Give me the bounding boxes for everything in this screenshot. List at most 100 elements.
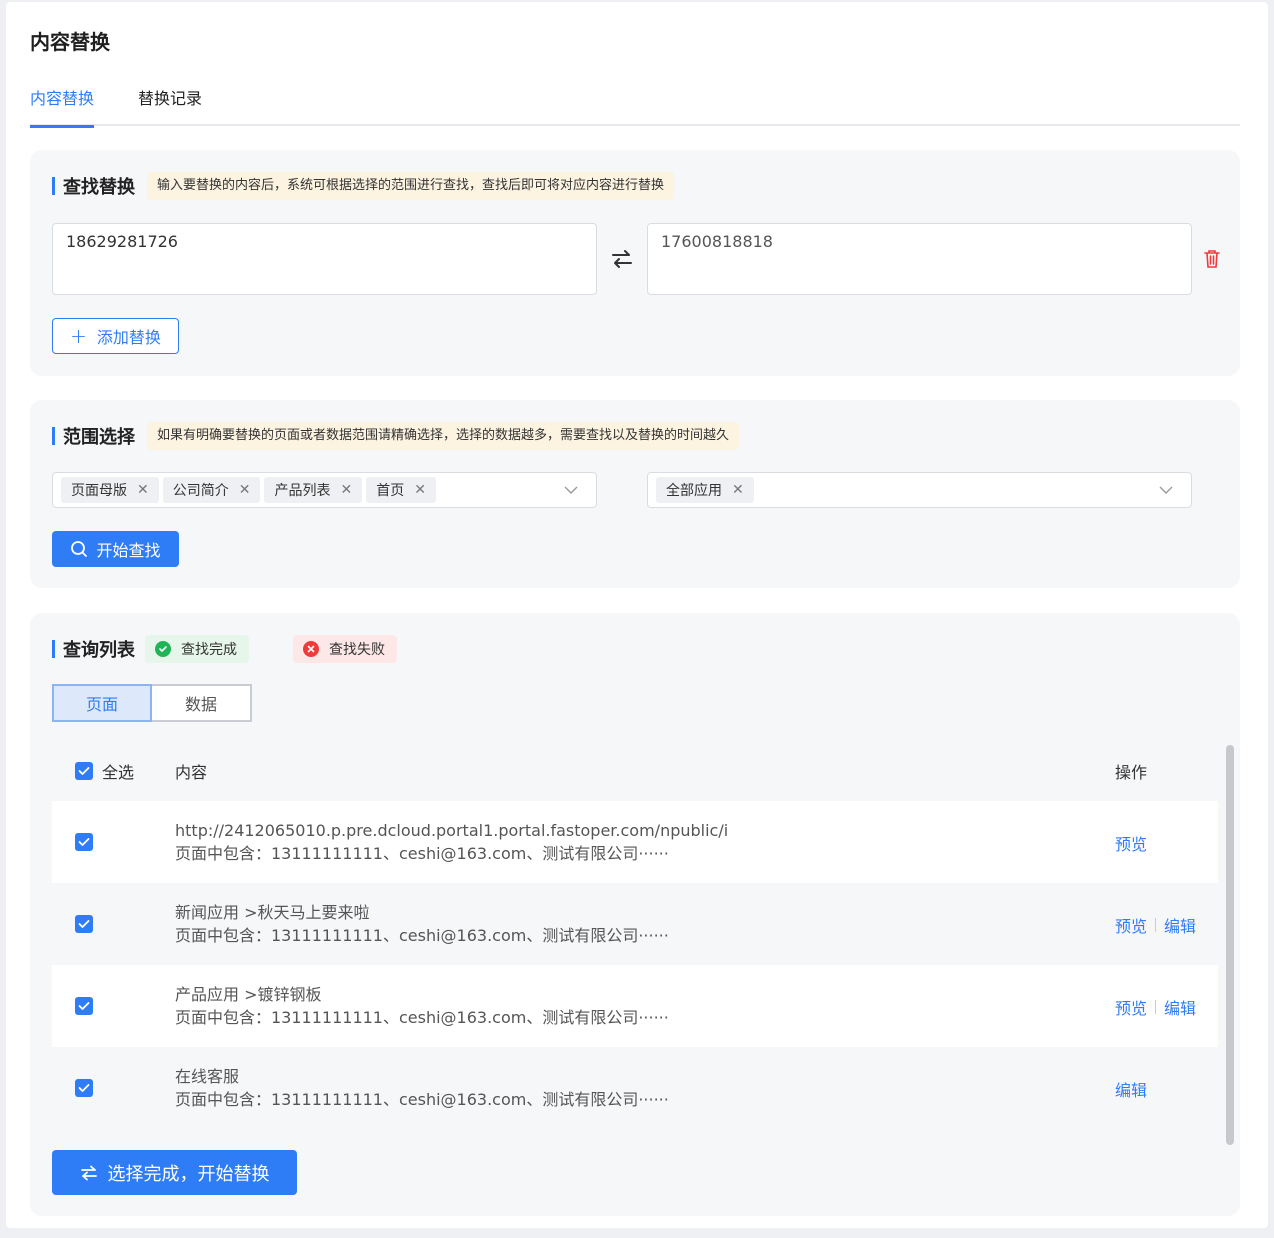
scope-tag: 全部应用 ✕ [656, 477, 754, 503]
chevron-down-icon[interactable] [1159, 485, 1173, 495]
table-row: 产品应用 >镀锌钢板 页面中包含：13111111111、ceshi@163.c… [52, 965, 1218, 1047]
tag-label: 全部应用 [666, 483, 722, 499]
row-content: 在线客服 页面中包含：13111111111、ceshi@163.com、测试有… [175, 1065, 669, 1111]
row-content: 产品应用 >镀锌钢板 页面中包含：13111111111、ceshi@163.c… [175, 983, 669, 1029]
check-circle-icon [155, 641, 171, 657]
scrollbar[interactable] [1226, 745, 1234, 1145]
row-content: 新闻应用 >秋天马上要来啦 页面中包含：13111111111、ceshi@16… [175, 901, 669, 947]
add-replace-label: 添加替换 [96, 328, 161, 347]
row-summary: 页面中包含：13111111111、ceshi@163.com、测试有限公司··… [175, 844, 669, 863]
check-icon [78, 838, 90, 846]
table-row: 新闻应用 >秋天马上要来啦 页面中包含：13111111111、ceshi@16… [52, 883, 1218, 965]
results-table: 全选 内容 操作 http://2412065010.p.pre.dcloud.… [52, 741, 1218, 1129]
close-icon[interactable]: ✕ [732, 482, 744, 498]
row-checkbox[interactable] [75, 833, 93, 851]
select-all-checkbox[interactable] [75, 762, 93, 780]
add-replace-button[interactable]: + 添加替换 [52, 318, 179, 354]
status-fail-label: 查找失败 [329, 642, 385, 658]
row-operations: 预览 编辑 [1115, 913, 1196, 937]
row-summary: 页面中包含：13111111111、ceshi@163.com、测试有限公司··… [175, 1008, 669, 1027]
edit-link[interactable]: 编辑 [1164, 995, 1196, 1019]
row-summary: 页面中包含：13111111111、ceshi@163.com、测试有限公司··… [175, 1090, 669, 1109]
close-icon[interactable]: ✕ [340, 482, 352, 498]
row-title: http://2412065010.p.pre.dcloud.portal1.p… [175, 821, 729, 840]
row-checkbox[interactable] [75, 915, 93, 933]
trash-icon[interactable] [1203, 249, 1221, 269]
status-success-label: 查找完成 [181, 642, 237, 658]
section-accent-bar [52, 427, 55, 445]
row-operations: 预览 [1115, 831, 1147, 855]
scope-header: 范围选择 如果有明确要替换的页面或者数据范围请精确选择，选择的数据越多，需要查找… [52, 422, 740, 450]
scope-tag: 页面母版 ✕ [61, 477, 159, 503]
tag-label: 产品列表 [274, 483, 331, 499]
hint-text: 如果有明确要替换的页面或者数据范围请精确选择，选择的数据越多，需要查找以及替换的… [147, 422, 740, 450]
chevron-down-icon[interactable] [564, 485, 578, 495]
select-all-label: 全选 [102, 763, 135, 782]
tab-content-replace[interactable]: 内容替换 [30, 86, 95, 128]
row-title: 在线客服 [175, 1067, 240, 1086]
scope-tag: 产品列表 ✕ [264, 477, 363, 503]
swap-icon [80, 1165, 97, 1180]
close-icon[interactable]: ✕ [137, 482, 149, 498]
close-icon[interactable]: ✕ [414, 482, 426, 498]
row-title: 产品应用 >镀锌钢板 [175, 985, 322, 1004]
row-operations: 预览 编辑 [1115, 995, 1196, 1019]
section-title: 查询列表 [63, 640, 135, 661]
check-icon [78, 767, 90, 775]
row-operations: 编辑 [1115, 1077, 1147, 1101]
tab-replace-history[interactable]: 替换记录 [138, 86, 202, 126]
section-accent-bar [52, 177, 55, 195]
scope-card: 范围选择 如果有明确要替换的页面或者数据范围请精确选择，选择的数据越多，需要查找… [30, 400, 1240, 588]
section-title: 范围选择 [63, 427, 135, 448]
scope-tag: 公司简介 ✕ [162, 477, 261, 503]
find-input[interactable]: 18629281726 [52, 223, 597, 295]
check-icon [78, 1084, 90, 1092]
section-title: 查找替换 [63, 177, 135, 198]
find-replace-header: 查找替换 输入要替换的内容后，系统可根据选择的范围进行查找，查找后即可将对应内容… [52, 172, 675, 200]
find-replace-card: 查找替换 输入要替换的内容后，系统可根据选择的范围进行查找，查找后即可将对应内容… [30, 150, 1240, 376]
swap-icon[interactable] [610, 247, 634, 271]
divider [1155, 1000, 1157, 1014]
segment-data[interactable]: 数据 [152, 684, 252, 722]
close-icon[interactable]: ✕ [239, 482, 251, 498]
column-header-content: 内容 [175, 763, 208, 782]
tag-label: 页面母版 [71, 483, 127, 499]
row-checkbox[interactable] [75, 997, 93, 1015]
preview-link[interactable]: 预览 [1115, 995, 1147, 1019]
check-icon [78, 1002, 90, 1010]
edit-link[interactable]: 编辑 [1164, 913, 1196, 937]
x-circle-icon [303, 641, 319, 657]
section-accent-bar [52, 640, 55, 658]
start-replace-button[interactable]: 选择完成，开始替换 [52, 1150, 297, 1195]
status-badge-fail: 查找失败 [293, 635, 397, 663]
segment-pages[interactable]: 页面 [52, 684, 152, 722]
tag-label: 公司简介 [172, 483, 229, 499]
table-row: 在线客服 页面中包含：13111111111、ceshi@163.com、测试有… [52, 1047, 1218, 1129]
divider [1155, 918, 1157, 932]
preview-link[interactable]: 预览 [1115, 831, 1147, 855]
search-icon [71, 541, 88, 557]
start-search-label: 开始查找 [96, 541, 161, 560]
row-summary: 页面中包含：13111111111、ceshi@163.com、测试有限公司··… [175, 926, 669, 945]
column-header-operation: 操作 [1115, 763, 1148, 782]
content-replace-page: 内容替换 内容替换 替换记录 查找替换 输入要替换的内容后，系统可根据选择的范围… [6, 2, 1268, 1228]
plus-icon: + [70, 324, 87, 348]
replace-input[interactable]: 17600818818 [647, 223, 1192, 295]
edit-link[interactable]: 编辑 [1115, 1077, 1147, 1101]
check-icon [78, 920, 90, 928]
hint-text: 输入要替换的内容后，系统可根据选择的范围进行查找，查找后即可将对应内容进行替换 [147, 172, 675, 200]
tag-label: 首页 [376, 483, 405, 499]
scope-tag: 首页 ✕ [366, 477, 436, 503]
app-scope-select[interactable]: 全部应用 ✕ [647, 472, 1192, 508]
tab-bar: 内容替换 替换记录 [30, 86, 1240, 128]
start-replace-label: 选择完成，开始替换 [107, 1163, 270, 1185]
row-content: http://2412065010.p.pre.dcloud.portal1.p… [175, 819, 728, 865]
row-checkbox[interactable] [75, 1079, 93, 1097]
results-card: 查询列表 查找完成 查找失败 页面 数据 全选 内容 操作 http://241… [30, 613, 1240, 1216]
table-row: http://2412065010.p.pre.dcloud.portal1.p… [52, 801, 1218, 883]
preview-link[interactable]: 预览 [1115, 913, 1147, 937]
start-search-button[interactable]: 开始查找 [52, 531, 179, 567]
status-badge-success: 查找完成 [145, 635, 249, 663]
page-scope-select[interactable]: 页面母版 ✕ 公司简介 ✕ 产品列表 ✕ 首页 ✕ [52, 472, 597, 508]
table-header: 全选 内容 操作 [52, 741, 1218, 801]
